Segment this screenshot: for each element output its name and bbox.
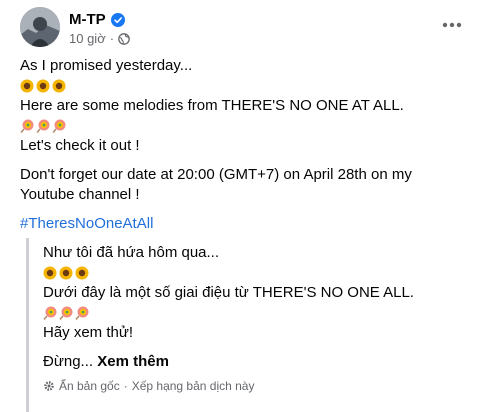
hide-original-link[interactable]: Ẩn bản gốc xyxy=(59,379,120,393)
translation-block: Như tôi đã hứa hôm qua... Dưới đây là mộ… xyxy=(26,238,481,412)
meta-separator: · xyxy=(109,31,115,46)
post-body: As I promised yesterday... Here are some… xyxy=(20,56,470,234)
author-row: M-TP xyxy=(69,11,125,28)
translation-line-3: Hãy xem thử! xyxy=(43,324,134,341)
translation-line-4: Đừng... Xem thêm xyxy=(43,352,473,372)
gear-icon xyxy=(44,381,54,391)
lollipop-icon xyxy=(52,119,66,133)
lollipop-icon xyxy=(59,306,73,320)
post-timestamp[interactable]: 10 giờ xyxy=(69,31,106,46)
lollipop-icon xyxy=(20,119,34,133)
sunflower-icon xyxy=(43,266,57,280)
translation-body: Như tôi đã hứa hôm qua... Dưới đây là mộ… xyxy=(43,243,473,372)
avatar-image xyxy=(20,7,60,47)
post-card: M-TP 10 giờ · As I promised yesterday... xyxy=(0,0,486,412)
lollipop-icon xyxy=(36,119,50,133)
lollipop-icon xyxy=(75,306,89,320)
sunflower-icon xyxy=(36,79,50,93)
post-meta: 10 giờ · xyxy=(69,31,130,46)
post-header: M-TP 10 giờ · xyxy=(20,7,470,51)
translation-line-1: Như tôi đã hứa hôm qua... xyxy=(43,244,220,261)
lollipop-icon xyxy=(43,306,57,320)
see-more-button[interactable]: Xem thêm xyxy=(97,353,169,370)
post-line-4: Don't forget our date at 20:00 (GMT+7) o… xyxy=(20,166,416,203)
post-line-3: Let's check it out ! xyxy=(20,137,140,154)
sunflower-emoji-row xyxy=(43,263,473,283)
more-options-button[interactable] xyxy=(434,7,470,43)
translation-line-2: Dưới đây là một số giai điệu từ THERE'S … xyxy=(43,284,414,301)
translation-truncated-text: Đừng... xyxy=(43,353,98,370)
sunflower-icon xyxy=(59,266,73,280)
author-avatar[interactable] xyxy=(20,7,60,47)
footer-separator: · xyxy=(123,379,128,393)
rate-translation-link[interactable]: Xếp hạng bản dịch này xyxy=(132,379,255,393)
sunflower-icon xyxy=(75,266,89,280)
post-line-1: As I promised yesterday... xyxy=(20,57,193,74)
globe-icon xyxy=(118,32,130,45)
post-line-2: Here are some melodies from THERE'S NO O… xyxy=(20,97,404,114)
more-options-icon xyxy=(442,22,462,28)
lollipop-emoji-row xyxy=(43,303,473,323)
verified-badge-icon xyxy=(110,12,125,27)
sunflower-emoji-row xyxy=(20,76,470,96)
hashtag-link[interactable]: #TheresNoOneAtAll xyxy=(20,214,470,234)
author-name[interactable]: M-TP xyxy=(69,11,106,28)
sunflower-icon xyxy=(20,79,34,93)
sunflower-icon xyxy=(52,79,66,93)
translation-footer: Ẩn bản gốc · Xếp hạng bản dịch này xyxy=(43,379,254,393)
lollipop-emoji-row xyxy=(20,116,470,136)
